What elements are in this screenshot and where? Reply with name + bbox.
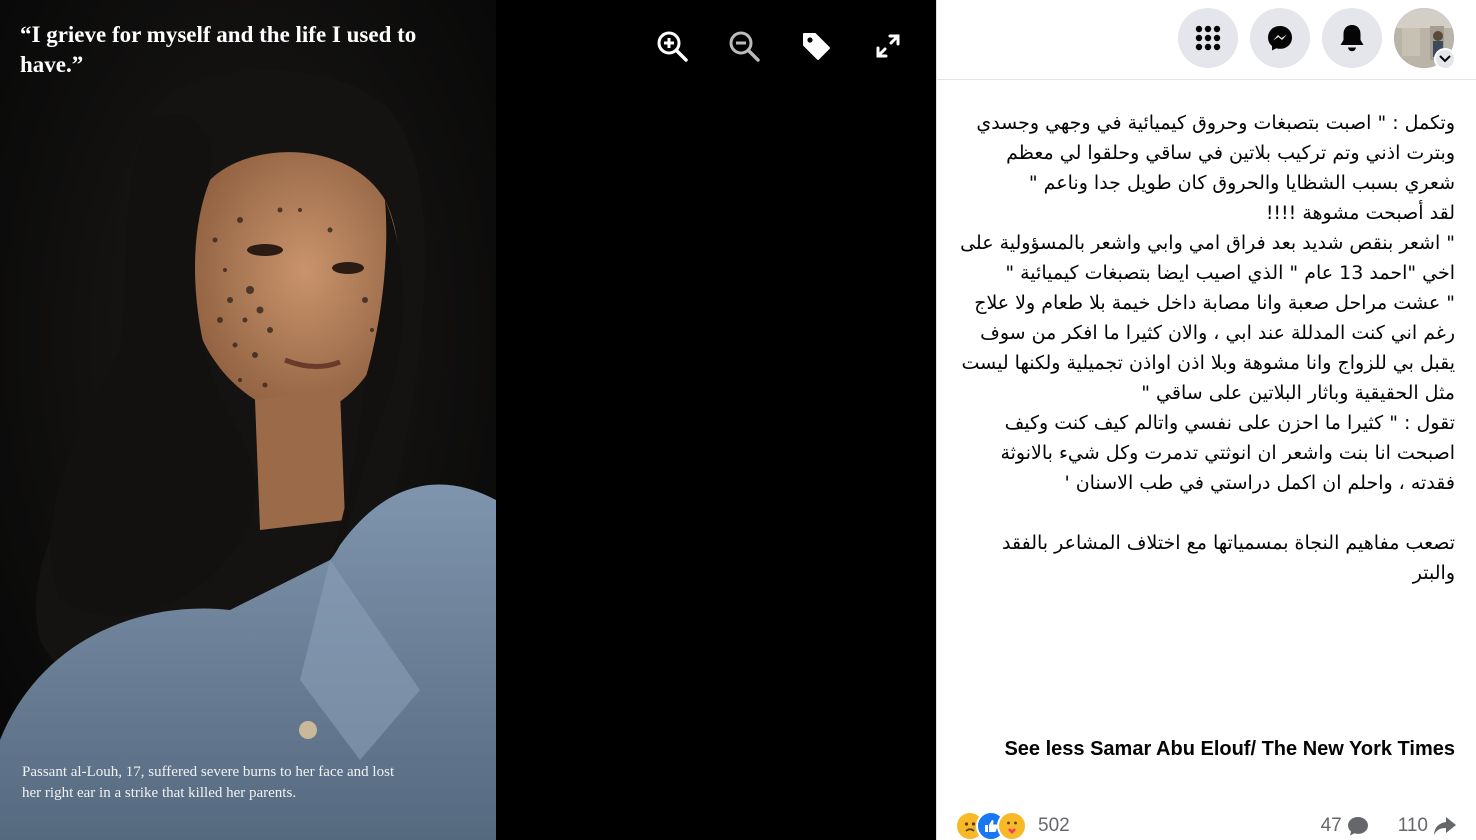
portrait-illustration — [0, 0, 496, 840]
post-paragraph: تقول : " كثيرا ما احزن على نفسي واتالم ك… — [1000, 412, 1455, 494]
notifications-icon — [1340, 25, 1364, 52]
chevron-down-icon — [1434, 48, 1456, 70]
reactions-bar: 502 47 110 — [955, 811, 1458, 840]
zoom-in-icon — [657, 31, 688, 62]
reaction-count[interactable]: 502 — [1038, 815, 1070, 837]
media-viewer: “I grieve for myself and the life I used… — [0, 0, 936, 840]
zoom-in-button[interactable] — [650, 26, 694, 66]
zoom-out-icon — [729, 31, 760, 62]
post-footer-line: See less Samar Abu Elouf/ The New York T… — [955, 738, 1455, 761]
notifications-button[interactable] — [1322, 8, 1382, 68]
photo-quote: “I grieve for myself and the life I used… — [20, 22, 417, 77]
care-reaction-icon — [997, 811, 1027, 840]
fullscreen-button[interactable] — [866, 26, 910, 66]
post-paragraph: لقد أصبحت مشوهة !!!! — [1265, 202, 1455, 224]
reaction-icons[interactable] — [955, 811, 1027, 840]
tag-icon — [803, 33, 830, 60]
post-paragraph: " اشعر بنقص شديد بعد فراق امي وابي واشعر… — [960, 232, 1455, 284]
menu-grid-icon — [1195, 25, 1221, 51]
top-bar — [937, 0, 1476, 80]
photo-caption: Passant al-Louh, 17, suffered severe bur… — [22, 764, 395, 801]
comments-count: 47 — [1320, 815, 1342, 836]
shares-count: 110 — [1397, 815, 1428, 836]
post-paragraph: وتكمل : " اصبت بتصبغات وحروق كيميائية في… — [976, 112, 1455, 194]
fullscreen-icon — [876, 34, 900, 58]
account-menu[interactable] — [1394, 8, 1456, 70]
shares-count-button[interactable]: 110 — [1398, 815, 1458, 837]
post-paragraph: تصعب مفاهيم النجاة بمسمياتها مع اختلاف ا… — [1002, 532, 1455, 584]
comment-icon — [1347, 817, 1368, 836]
post-paragraph: " عشت مراحل صعبة وانا مصابة داخل خيمة بل… — [961, 292, 1456, 404]
menu-button[interactable] — [1178, 8, 1238, 68]
zoom-out-button[interactable] — [722, 26, 766, 66]
viewer-toolbar — [650, 26, 910, 66]
see-less-link[interactable]: See less — [1004, 738, 1084, 760]
post-panel: وتكمل : " اصبت بتصبغات وحروق كيميائية في… — [936, 0, 1476, 840]
comments-count-button[interactable]: 47 — [1321, 815, 1370, 837]
photo-credit: Samar Abu Elouf/ The New York Times — [1090, 738, 1455, 760]
tag-button[interactable] — [794, 26, 838, 66]
share-icon — [1434, 817, 1456, 835]
app-window: “I grieve for myself and the life I used… — [0, 0, 1476, 840]
post-body: وتكمل : " اصبت بتصبغات وحروق كيميائية في… — [955, 108, 1455, 588]
top-bar-actions — [1178, 8, 1456, 70]
messenger-button[interactable] — [1250, 8, 1310, 68]
post-photo: “I grieve for myself and the life I used… — [0, 0, 496, 840]
messenger-icon — [1268, 26, 1292, 51]
engagement-counts: 47 110 — [1321, 815, 1458, 837]
